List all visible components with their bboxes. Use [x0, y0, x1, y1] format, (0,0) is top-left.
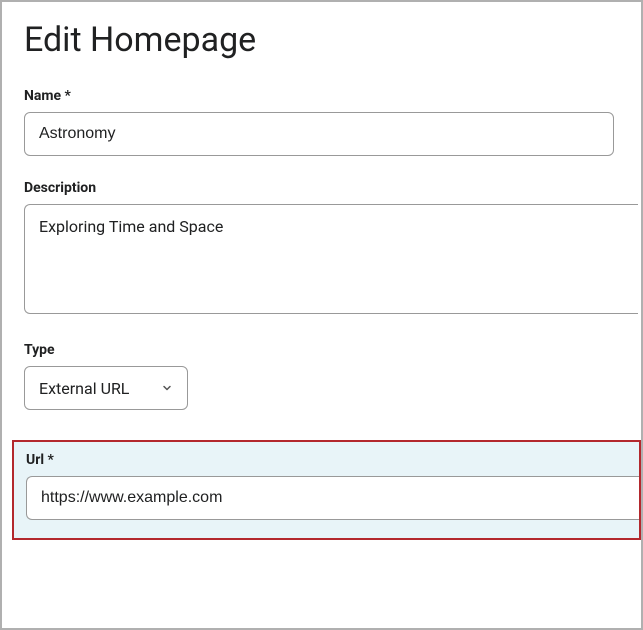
- page-title: Edit Homepage: [24, 20, 641, 60]
- url-label: Url: [26, 452, 639, 468]
- type-field-group: Type External URL: [24, 342, 641, 410]
- description-input[interactable]: [24, 204, 638, 314]
- type-label: Type: [24, 342, 641, 358]
- url-input[interactable]: [26, 476, 639, 520]
- chevron-down-icon: [161, 382, 173, 394]
- name-field-group: Name: [24, 88, 641, 156]
- type-select-value: External URL: [39, 379, 129, 398]
- type-select[interactable]: External URL: [24, 366, 188, 410]
- description-field-group: Description: [24, 180, 641, 318]
- url-highlight-box: Url: [12, 440, 641, 540]
- name-label: Name: [24, 88, 641, 104]
- name-input[interactable]: [24, 112, 614, 156]
- description-label: Description: [24, 180, 641, 196]
